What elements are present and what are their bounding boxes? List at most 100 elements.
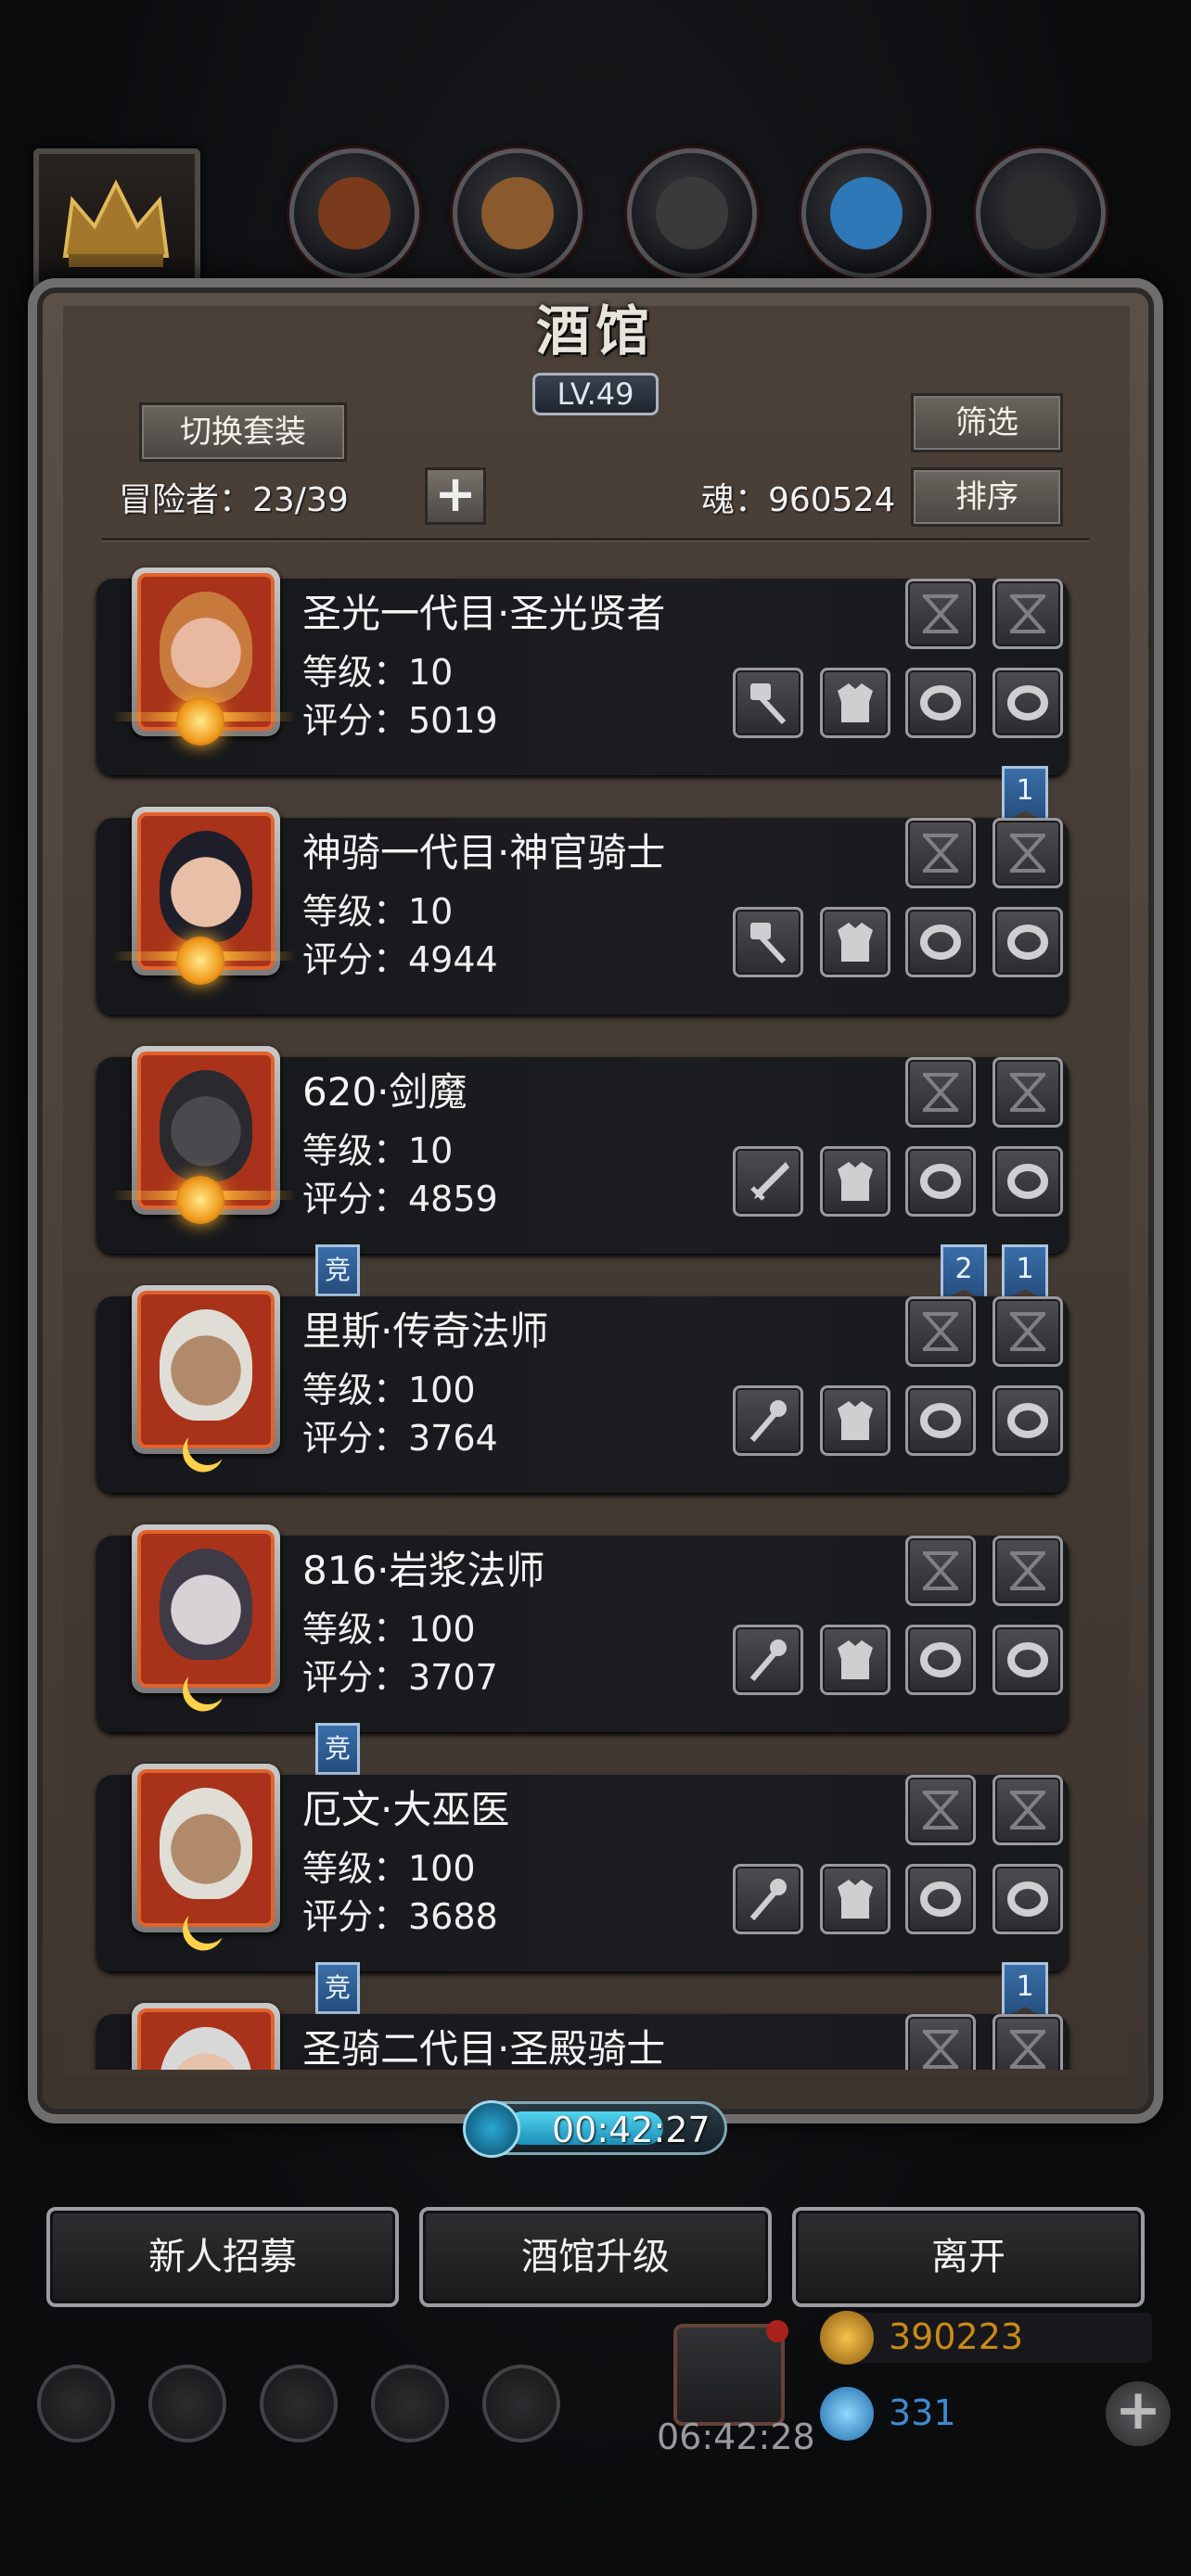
add-adventurer-slot-button[interactable]: +	[425, 467, 486, 525]
ring-icon	[920, 1881, 961, 1917]
tavern-crown-slot[interactable]	[33, 148, 200, 297]
hero-portrait[interactable]	[111, 1046, 297, 1224]
equipment-slot[interactable]	[905, 907, 976, 977]
banner-icon[interactable]	[260, 2365, 338, 2442]
filter-button[interactable]: 筛选	[911, 393, 1063, 453]
hero-card[interactable]: 816·岩浆法师 等级：100 评分：3707	[96, 1524, 1069, 1732]
hero-level: 等级：100	[302, 1609, 476, 1650]
equipment-slot[interactable]	[905, 1385, 976, 1456]
hero-portrait[interactable]	[111, 807, 297, 985]
hero-card[interactable]: 厄文·大巫医 等级：100 评分：3688	[96, 1764, 1069, 1971]
ring-icon	[920, 685, 961, 721]
equipment-slot[interactable]	[992, 1536, 1063, 1606]
hero-score: 评分：3707	[302, 1657, 498, 1698]
hero-card[interactable]: 圣骑二代目·圣殿骑士	[96, 2003, 1069, 2070]
equipment-slot[interactable]	[820, 1385, 890, 1456]
equipment-slot[interactable]	[733, 1864, 803, 1934]
equipment-slot[interactable]	[905, 1146, 976, 1217]
equipment-slot[interactable]	[905, 1536, 976, 1606]
equipment-slot[interactable]	[992, 907, 1063, 977]
equipment-slot[interactable]	[992, 1296, 1063, 1367]
equipment-slot[interactable]	[905, 1057, 976, 1128]
hero-portrait[interactable]	[132, 1524, 280, 1693]
add-currency-button[interactable]: +	[1106, 2381, 1171, 2446]
equipment-slot[interactable]	[905, 1296, 976, 1367]
equipment-slot[interactable]	[992, 1625, 1063, 1695]
staff-icon	[749, 1879, 787, 1920]
chest-icon[interactable]	[482, 2365, 560, 2442]
hero-level: 等级：100	[302, 1848, 476, 1889]
hero-card[interactable]: 620·剑魔 等级：10 评分：4859	[96, 1046, 1069, 1254]
resource-slot[interactable]	[976, 148, 1106, 278]
equipment-slot[interactable]	[992, 1057, 1063, 1128]
hero-portrait[interactable]	[132, 1764, 280, 1932]
equipment-slot[interactable]	[905, 1864, 976, 1934]
ring-icon	[1007, 1403, 1048, 1438]
hero-card[interactable]: 神骑一代目·神官骑士 等级：10 评分：4944	[96, 807, 1069, 1014]
equipment-slot[interactable]	[733, 907, 803, 977]
gem-counter: 331	[820, 2387, 1106, 2441]
leave-button[interactable]: 离开	[792, 2207, 1145, 2307]
equipment-slot[interactable]	[733, 1146, 803, 1217]
sort-button[interactable]: 排序	[911, 467, 1063, 527]
equipment-slot[interactable]	[733, 668, 803, 738]
resource-slot[interactable]	[289, 148, 419, 278]
star-medal-icon[interactable]	[148, 2365, 226, 2442]
equipment-slot[interactable]	[992, 2014, 1063, 2070]
equipment-slot[interactable]	[820, 668, 890, 738]
equipment-slot[interactable]	[905, 668, 976, 738]
equipment-slot[interactable]	[820, 1864, 890, 1934]
hero-list[interactable]: 圣光一代目·圣光贤者 等级：10 评分：5019 1 神骑一代目·神官骑士 等级：10 评分…	[63, 556, 1130, 2070]
hero-card[interactable]: 圣光一代目·圣光贤者 等级：10 评分：5019	[96, 567, 1069, 775]
equipment-slot[interactable]	[733, 1385, 803, 1456]
equipment-slot[interactable]	[992, 1385, 1063, 1456]
tavern-timer: 00:42:27	[463, 2100, 727, 2158]
resource-slot[interactable]	[627, 148, 757, 278]
equipment-slot[interactable]	[992, 1775, 1063, 1845]
arena-tag: 竞	[315, 1723, 360, 1775]
equipment-slot[interactable]	[992, 1146, 1063, 1217]
hero-face	[160, 1549, 252, 1660]
equipment-slot[interactable]	[905, 818, 976, 888]
equipment-slot[interactable]	[820, 907, 890, 977]
equipment-slot[interactable]	[992, 818, 1063, 888]
sun-badge-icon	[176, 697, 224, 746]
equipment-slot[interactable]	[905, 1625, 976, 1695]
hero-score: 评分：4944	[302, 939, 498, 980]
hero-face	[160, 1309, 252, 1421]
resource-slot[interactable]	[801, 148, 931, 278]
x-slot-icon	[923, 1551, 958, 1590]
mail-icon[interactable]	[371, 2365, 449, 2442]
wood-log-icon	[318, 177, 391, 249]
hero-portrait[interactable]	[132, 2003, 280, 2070]
resource-slot[interactable]	[453, 148, 583, 278]
arena-tag: 竞	[315, 1962, 360, 2014]
hero-face	[160, 1788, 252, 1899]
equipment-slot[interactable]	[905, 579, 976, 649]
hero-score: 评分：5019	[302, 700, 498, 741]
gift-box-button[interactable]	[673, 2320, 788, 2426]
upgrade-tavern-button[interactable]: 酒馆升级	[419, 2207, 772, 2307]
equipment-slot[interactable]	[992, 1864, 1063, 1934]
x-slot-icon	[1010, 1073, 1045, 1112]
iron-ingot-icon	[656, 177, 728, 249]
hero-portrait[interactable]	[111, 567, 297, 746]
equipment-slot[interactable]	[992, 668, 1063, 738]
switch-set-button[interactable]: 切换套装	[139, 402, 347, 462]
gold-coin-icon	[820, 2311, 874, 2365]
hero-card[interactable]: 里斯·传奇法师 等级：100 评分：3764	[96, 1285, 1069, 1493]
equipment-slot[interactable]	[733, 1625, 803, 1695]
hero-portrait[interactable]	[132, 1285, 280, 1454]
x-slot-icon	[1010, 1791, 1045, 1830]
title-text: 酒馆	[535, 300, 655, 363]
recruit-button[interactable]: 新人招募	[46, 2207, 399, 2307]
equipment-slot[interactable]	[905, 2014, 976, 2070]
ring-icon	[1007, 1642, 1048, 1677]
equipment-slot[interactable]	[820, 1625, 890, 1695]
equipment-slot[interactable]	[905, 1775, 976, 1845]
equipment-slot[interactable]	[820, 1146, 890, 1217]
gear-icon[interactable]	[37, 2365, 115, 2442]
equipment-slot[interactable]	[992, 579, 1063, 649]
blue-crystal-icon	[830, 177, 903, 249]
ring-icon	[1007, 1881, 1048, 1917]
